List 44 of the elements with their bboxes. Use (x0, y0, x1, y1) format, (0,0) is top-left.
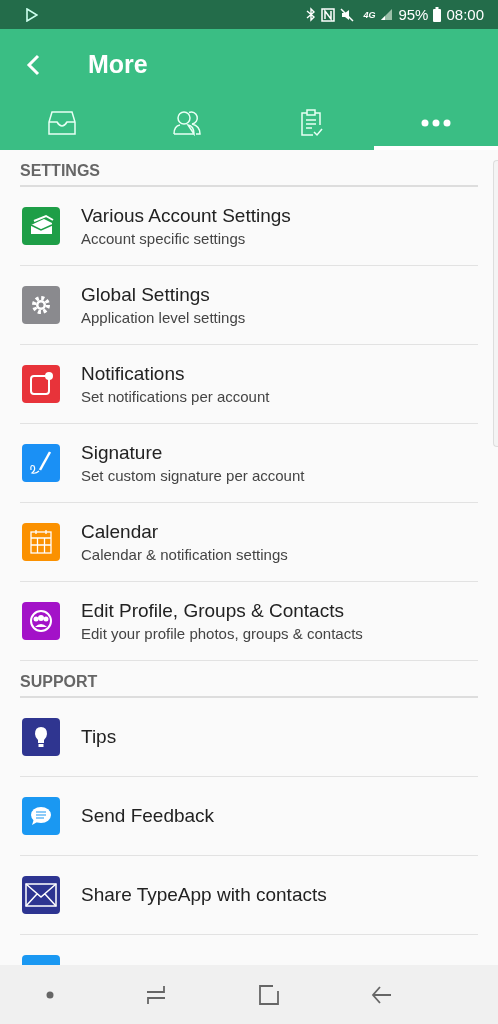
menu-item[interactable]: Tips (20, 698, 478, 777)
mute-icon (340, 7, 355, 22)
menu-item[interactable]: Send Feedback (20, 777, 478, 856)
clipboard-icon (298, 109, 325, 137)
menu-item[interactable]: Calendar Calendar & notification settings (20, 503, 478, 582)
item-title: Various Account Settings (81, 205, 291, 227)
item-subtitle: Application level settings (81, 309, 246, 326)
item-title: Notifications (81, 363, 186, 385)
signal-icon (380, 8, 394, 21)
menu-item[interactable]: Signature Set custom signature per account (20, 424, 478, 503)
network-label: 4G (363, 9, 376, 20)
section-header: SUPPORT (20, 661, 478, 698)
item-title: Calendar (81, 521, 160, 543)
item-title: Edit Profile, Groups & Contacts (81, 600, 345, 622)
menu-item[interactable]: Edit Profile, Groups & Contacts Edit your profile photos, groups & contacts (20, 582, 478, 661)
bluetooth-icon (306, 7, 317, 22)
item-title: Send Feedback (81, 805, 215, 827)
clock: 08:00 (446, 6, 484, 23)
home-icon[interactable] (257, 983, 280, 1006)
people-icon (171, 110, 202, 136)
menu-item[interactable]: Global Settings Application level settings (20, 266, 478, 345)
item-title: Tips (81, 726, 117, 748)
inbox-icon (47, 110, 78, 136)
item-title: Global Settings (81, 284, 211, 306)
battery-level: 95% (398, 6, 429, 23)
screen-title: More (88, 50, 148, 79)
play-store-icon (26, 7, 38, 22)
more-icon (420, 119, 451, 127)
item-subtitle: Set custom signature per account (81, 467, 305, 484)
battery-icon (433, 7, 442, 22)
recent-apps-icon[interactable] (144, 983, 167, 1006)
item-subtitle: Account specific settings (81, 230, 247, 247)
menu-item[interactable]: Notifications Set notifications per account (20, 345, 478, 424)
menu-item[interactable]: Various Account Settings Account specific settings (20, 187, 478, 266)
item-title: Signature (81, 442, 164, 464)
nfc-icon (321, 7, 336, 22)
item-subtitle: Calendar & notification settings (81, 546, 288, 563)
item-title: Share TypeApp with contacts (81, 884, 327, 906)
dot-icon[interactable] (45, 990, 54, 999)
back-button[interactable] (26, 52, 42, 77)
section-header: SETTINGS (20, 150, 478, 187)
menu-item[interactable]: Share TypeApp with contacts (20, 856, 478, 935)
item-subtitle: Set notifications per account (81, 388, 270, 405)
item-subtitle: Edit your profile photos, groups & contacts (81, 625, 363, 642)
